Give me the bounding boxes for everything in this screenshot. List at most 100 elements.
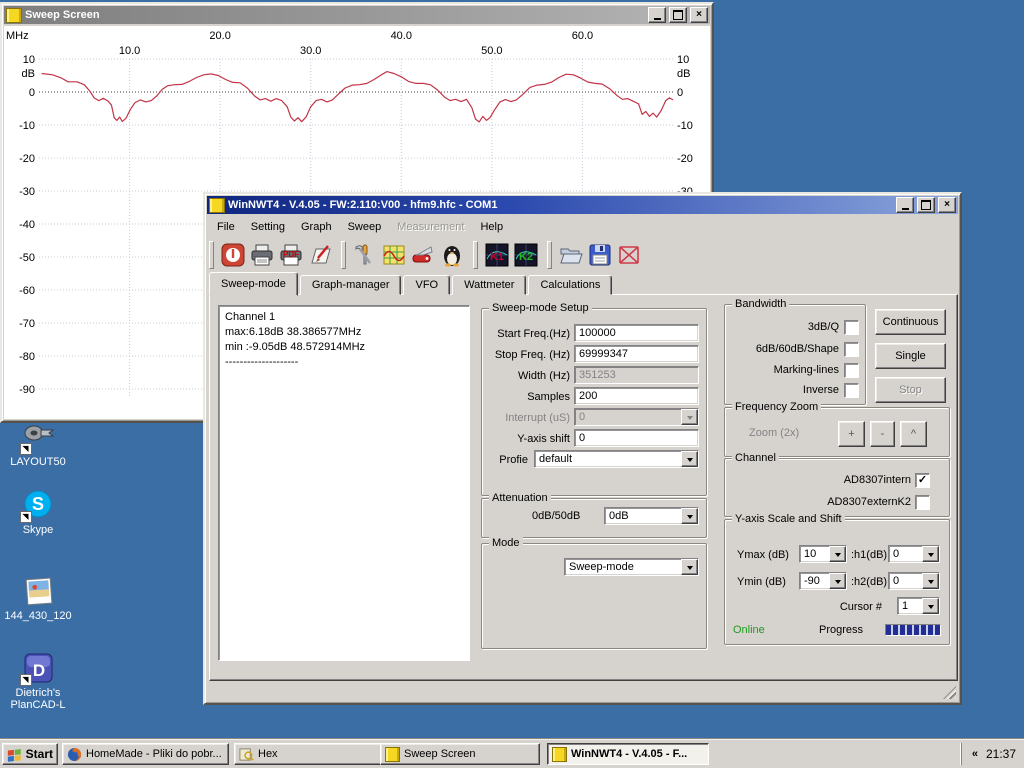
desktop-icon-image-file[interactable]: 144_430_120 xyxy=(1,575,75,622)
cursor-combo[interactable]: 1 xyxy=(897,597,940,615)
toolbar-grip[interactable] xyxy=(473,241,478,269)
chevron-down-icon[interactable] xyxy=(829,546,846,562)
y-tick-label-left: 10 xyxy=(23,54,35,66)
close-button[interactable]: × xyxy=(690,7,708,23)
shift2-combo[interactable]: 0 xyxy=(888,572,940,590)
zoom-in-button[interactable]: + xyxy=(838,421,865,447)
menu-graph[interactable]: Graph xyxy=(293,219,340,235)
print-icon[interactable] xyxy=(249,242,275,268)
ymin-combo[interactable]: -90 xyxy=(799,572,847,590)
profile-value: default xyxy=(535,451,681,467)
sweep-titlebar[interactable]: Sweep Screen × xyxy=(4,6,710,24)
tab-vfo[interactable]: VFO xyxy=(403,275,450,295)
continuous-button[interactable]: Continuous xyxy=(875,309,946,335)
ymin-label: Ymin (dB) xyxy=(737,576,786,588)
task-winnwt[interactable]: WinNWT4 - V.4.05 - F... xyxy=(547,743,709,765)
graph-grid-icon[interactable] xyxy=(381,242,407,268)
resize-grip[interactable] xyxy=(943,686,956,699)
desktop-icon-layout50[interactable]: ◥ LAYOUT50 xyxy=(1,421,75,468)
desktop-icon-label: LAYOUT50 xyxy=(10,456,65,468)
shift2-label: :h2(dB) xyxy=(851,576,887,588)
winnwt-titlebar[interactable]: WinNWT4 - V.4.05 - FW:2.110:V00 - hfm9.h… xyxy=(207,196,958,214)
attenuation-label: 0dB/50dB xyxy=(532,510,580,522)
plancad-icon: D ◥ xyxy=(22,652,55,684)
close-button[interactable]: × xyxy=(938,197,956,213)
bandwidth-3db-checkbox[interactable] xyxy=(844,320,859,335)
ymax-combo[interactable]: 10 xyxy=(799,545,847,563)
toolbar-grip[interactable] xyxy=(209,241,214,269)
chevron-down-icon[interactable] xyxy=(922,573,939,589)
task-hex[interactable]: Hex xyxy=(234,743,401,765)
single-button[interactable]: Single xyxy=(875,343,946,369)
minimize-button[interactable] xyxy=(648,7,666,23)
chevron-down-icon[interactable] xyxy=(681,508,698,524)
tray-chevron-icon[interactable]: « xyxy=(972,748,978,760)
y-axis-unit-left: dB xyxy=(22,68,35,80)
tux-icon[interactable] xyxy=(439,242,465,268)
knife-icon[interactable] xyxy=(410,242,436,268)
chevron-down-icon[interactable] xyxy=(681,451,698,467)
maximize-button[interactable] xyxy=(917,197,935,213)
tools-icon[interactable] xyxy=(352,242,378,268)
print-pdf-icon[interactable]: PDF xyxy=(278,242,304,268)
tab-graph-manager[interactable]: Graph-manager xyxy=(300,275,402,295)
task-homemade[interactable]: HomeMade - Pliki do pobr... xyxy=(62,743,229,765)
shift1-combo[interactable]: 0 xyxy=(888,545,940,563)
layout50-icon: ◥ xyxy=(22,421,55,453)
tab-sweep-mode[interactable]: Sweep-mode xyxy=(209,272,298,296)
zoom-out-button[interactable]: - xyxy=(870,421,895,447)
channel-info-list[interactable]: Channel 1 max:6.18dB 38.386577MHz min :-… xyxy=(218,305,470,661)
delete-curve-icon[interactable] xyxy=(616,242,642,268)
yshift-field[interactable]: 0 xyxy=(574,429,699,447)
toolbar-grip[interactable] xyxy=(547,241,552,269)
svg-text:K2: K2 xyxy=(519,251,533,263)
chevron-down-icon[interactable] xyxy=(922,546,939,562)
bandwidth-shape-checkbox[interactable] xyxy=(844,342,859,357)
tab-calculations[interactable]: Calculations xyxy=(528,275,612,295)
menu-file[interactable]: File xyxy=(209,219,243,235)
y-tick-label-left: -50 xyxy=(19,252,35,264)
mode-combo[interactable]: Sweep-mode xyxy=(564,558,699,576)
stop-freq-field[interactable]: 69999347 xyxy=(574,345,699,363)
menu-setting[interactable]: Setting xyxy=(243,219,293,235)
y-tick-label-left: -40 xyxy=(19,219,35,231)
ymax-label: Ymax (dB) xyxy=(737,549,789,561)
start-freq-field[interactable]: 100000 xyxy=(574,324,699,342)
tab-wattmeter[interactable]: Wattmeter xyxy=(452,275,526,295)
power-icon[interactable] xyxy=(220,242,246,268)
inverse-checkbox[interactable] xyxy=(844,383,859,398)
open-folder-icon[interactable] xyxy=(558,242,584,268)
profile-combo[interactable]: default xyxy=(534,450,699,468)
ad8307extern-checkbox[interactable] xyxy=(915,495,930,510)
k2-curve-icon[interactable]: K2 xyxy=(513,242,539,268)
edit-icon[interactable] xyxy=(307,242,333,268)
chevron-down-icon[interactable] xyxy=(922,598,939,614)
samples-field[interactable]: 200 xyxy=(574,387,699,405)
desktop-icon-plancad[interactable]: D ◥ Dietrich's PlanCAD-L xyxy=(1,652,75,711)
attenuation-combo[interactable]: 0dB xyxy=(604,507,699,525)
menu-sweep[interactable]: Sweep xyxy=(340,219,390,235)
toolbar: PDF K1 K2 xyxy=(205,237,960,273)
chevron-down-icon[interactable] xyxy=(681,559,698,575)
chevron-down-icon[interactable] xyxy=(829,573,846,589)
winnwt-window: WinNWT4 - V.4.05 - FW:2.110:V00 - hfm9.h… xyxy=(203,192,962,705)
x-tick-label: 30.0 xyxy=(300,45,321,57)
y-tick-label-left: 0 xyxy=(29,87,35,99)
marking-lines-checkbox[interactable] xyxy=(844,363,859,378)
attenuation-group: Attenuation 0dB/50dB 0dB xyxy=(481,498,707,538)
save-icon[interactable] xyxy=(587,242,613,268)
desktop-icon-skype[interactable]: S ◥ Skype xyxy=(1,489,75,536)
k1-curve-icon[interactable]: K1 xyxy=(484,242,510,268)
task-sweep-screen[interactable]: Sweep Screen xyxy=(380,743,540,765)
maximize-button[interactable] xyxy=(669,7,687,23)
start-label: Start xyxy=(26,747,53,761)
start-button[interactable]: Start xyxy=(2,743,58,765)
menu-help[interactable]: Help xyxy=(472,219,511,235)
desktop-icon-label: 144_430_120 xyxy=(4,610,71,622)
zoom-reset-button[interactable]: ^ xyxy=(900,421,927,447)
ad8307intern-checkbox[interactable]: ✓ xyxy=(915,473,930,488)
desktop-icon-label: Skype xyxy=(23,524,54,536)
minimize-button[interactable] xyxy=(896,197,914,213)
y-tick-label-right: 10 xyxy=(677,54,689,66)
toolbar-grip[interactable] xyxy=(341,241,346,269)
